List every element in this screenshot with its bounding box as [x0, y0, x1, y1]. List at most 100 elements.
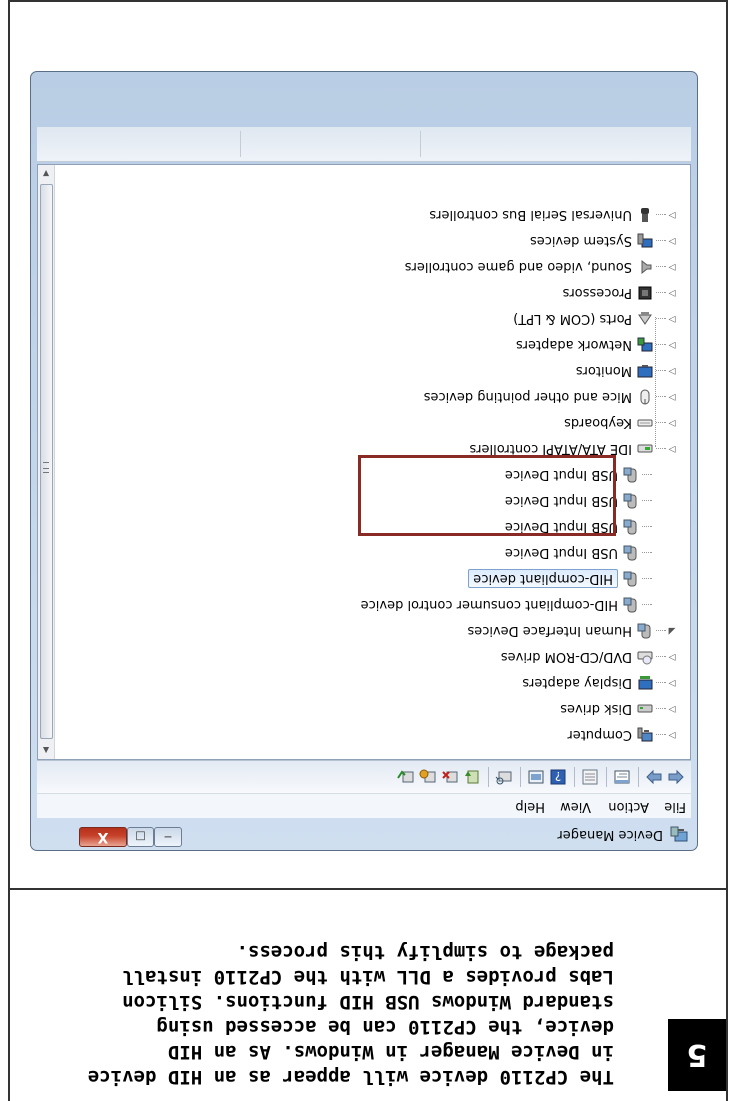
tree-item-disk-drives[interactable]: ▷ Disk drives	[560, 698, 678, 720]
minimize-button[interactable]: ─	[154, 827, 182, 847]
expand-arrow-icon[interactable]: ▷	[666, 366, 678, 376]
monitor-icon	[637, 365, 653, 378]
ide-controller-icon	[637, 444, 653, 453]
tree-item-keyboards[interactable]: ▷ Keyboards	[564, 412, 678, 434]
back-arrow-icon[interactable]	[667, 768, 685, 786]
expand-arrow-icon[interactable]: ▷	[666, 262, 678, 272]
toolbar-separator	[606, 767, 607, 787]
tree-item-label: DVD/CD-ROM drives	[500, 649, 632, 665]
tree-item-computer[interactable]: ▷ Computer	[567, 724, 678, 746]
expand-arrow-icon[interactable]: ▷	[666, 730, 678, 740]
tree-item-label: Display adapters	[522, 675, 632, 691]
tree-item-sound-controllers[interactable]: ▷ Sound, video and game controllers	[405, 256, 678, 278]
tree-item-label: Human Interface Devices	[467, 623, 632, 639]
scan-hardware-icon[interactable]	[495, 768, 513, 786]
divider-line	[10, 888, 726, 890]
display-adapter-icon	[638, 676, 653, 690]
scroll-down-icon[interactable]: ▼	[38, 165, 54, 182]
disable-icon[interactable]	[419, 768, 437, 786]
properties-icon[interactable]	[613, 768, 631, 786]
grip-icon	[43, 462, 49, 473]
menu-file[interactable]: File	[664, 799, 686, 814]
expand-arrow-icon[interactable]: ▷	[666, 392, 678, 402]
expand-arrow-icon[interactable]: ▷	[666, 652, 678, 662]
processor-icon	[638, 286, 652, 300]
hid-device-icon	[623, 467, 637, 483]
maximize-button[interactable]: □	[127, 827, 154, 847]
expand-arrow-icon[interactable]: ▷	[666, 704, 678, 714]
tree-item-system-devices[interactable]: ▷ System devices	[530, 230, 678, 252]
tree-item-network-adapters[interactable]: ▷ Network adapters	[516, 334, 678, 356]
step-number-badge: 5	[668, 1019, 726, 1091]
usb-icon	[641, 208, 649, 222]
tree-item-mice[interactable]: ▷ Mice and other pointing devices	[424, 386, 678, 408]
tree-item-hid-consumer-control[interactable]: HID-compliant consumer control device	[361, 594, 652, 616]
title-bar[interactable]: Device Manager ─ □ X	[31, 818, 697, 850]
tree-item-monitors[interactable]: ▷ Monitors	[576, 360, 678, 382]
tree-item-label: System devices	[529, 233, 632, 249]
menu-help[interactable]: Help	[515, 799, 545, 814]
annotation-highlight-box	[358, 455, 616, 536]
disk-drive-icon	[637, 704, 653, 713]
caption-line: in Device Manager in Windows. As an HID	[167, 1041, 614, 1063]
expand-arrow-icon[interactable]: ▷	[666, 418, 678, 428]
uninstall-icon[interactable]	[441, 768, 459, 786]
mouse-icon	[640, 389, 650, 405]
caption-line: package to simplify this process.	[236, 941, 615, 963]
tree-item-hid-compliant-device[interactable]: HID-compliant device	[468, 568, 652, 590]
close-button[interactable]: X	[79, 827, 127, 847]
collapse-arrow-icon[interactable]: ◢	[666, 626, 678, 636]
toolbar-separator	[638, 767, 639, 787]
refresh-icon[interactable]	[581, 768, 599, 786]
toolbar-separator	[520, 767, 521, 787]
expand-arrow-icon[interactable]: ▷	[666, 288, 678, 298]
menu-bar: File Action View Help	[37, 793, 691, 818]
help-icon[interactable]: ?	[549, 768, 567, 786]
caption-line: standard Windows USB HID functions. Sili…	[122, 991, 614, 1013]
expand-arrow-icon[interactable]: ▷	[666, 236, 678, 246]
port-icon	[638, 312, 652, 325]
tree-item-usb-controllers[interactable]: ▷ Universal Serial Bus controllers	[429, 204, 678, 226]
page: 5 The CP2110 device will appear as an HI…	[0, 0, 736, 1101]
tree-item-label: USB Input Device	[504, 545, 618, 561]
vertical-scrollbar[interactable]: ▲ ▼	[38, 165, 55, 759]
tree-item-label: Keyboards	[564, 415, 632, 431]
tree-item-label: Disk drives	[560, 701, 632, 717]
dvd-drive-icon	[637, 651, 653, 665]
window-title: Device Manager	[557, 827, 663, 842]
enable-icon[interactable]	[397, 768, 415, 786]
expand-arrow-icon[interactable]: ▷	[666, 340, 678, 350]
menu-view[interactable]: View	[560, 799, 591, 814]
tree-item-label: HID-compliant consumer control device	[360, 597, 618, 613]
update-driver-icon[interactable]	[463, 768, 481, 786]
tree-item-label: Processors	[562, 285, 632, 301]
caption-line: device, the CP2110 can be accessed using	[156, 1016, 614, 1038]
hid-device-icon	[623, 597, 637, 613]
scroll-up-icon[interactable]: ▲	[38, 742, 54, 759]
tree-item-label: Computer	[567, 727, 632, 743]
expand-arrow-icon[interactable]: ▷	[666, 678, 678, 688]
tree-item-processors[interactable]: ▷ Processors	[563, 282, 678, 304]
svg-text:?: ?	[555, 769, 561, 783]
forward-arrow-icon[interactable]	[645, 768, 663, 786]
expand-arrow-icon[interactable]: ▷	[666, 314, 678, 324]
system-device-icon	[637, 233, 653, 248]
tree-item-label: Mice and other pointing devices	[423, 389, 632, 405]
hid-device-icon	[623, 571, 637, 587]
network-adapter-icon	[637, 337, 653, 352]
tree-item-human-interface-devices[interactable]: ◢ Human Interface Devices	[467, 620, 678, 642]
tree-item-dvd-drives[interactable]: ▷ DVD/CD-ROM drives	[501, 646, 678, 668]
toolbar: ?	[37, 760, 691, 793]
tree-item-label: Network adapters	[515, 337, 632, 353]
status-cell	[420, 131, 691, 157]
scroll-thumb[interactable]	[40, 184, 53, 739]
show-hidden-icon[interactable]	[527, 768, 545, 786]
expand-arrow-icon[interactable]: ▷	[666, 210, 678, 220]
tree-item-display-adapters[interactable]: ▷ Display adapters	[522, 672, 678, 694]
tree-item-usb-input-device[interactable]: USB Input Device	[505, 542, 652, 564]
expand-arrow-icon[interactable]: ▷	[666, 444, 678, 454]
device-manager-icon	[670, 826, 688, 842]
toolbar-separator	[488, 767, 489, 787]
menu-action[interactable]: Action	[608, 799, 649, 814]
tree-item-ports[interactable]: ▷ Ports (COM & LPT)	[513, 308, 678, 330]
